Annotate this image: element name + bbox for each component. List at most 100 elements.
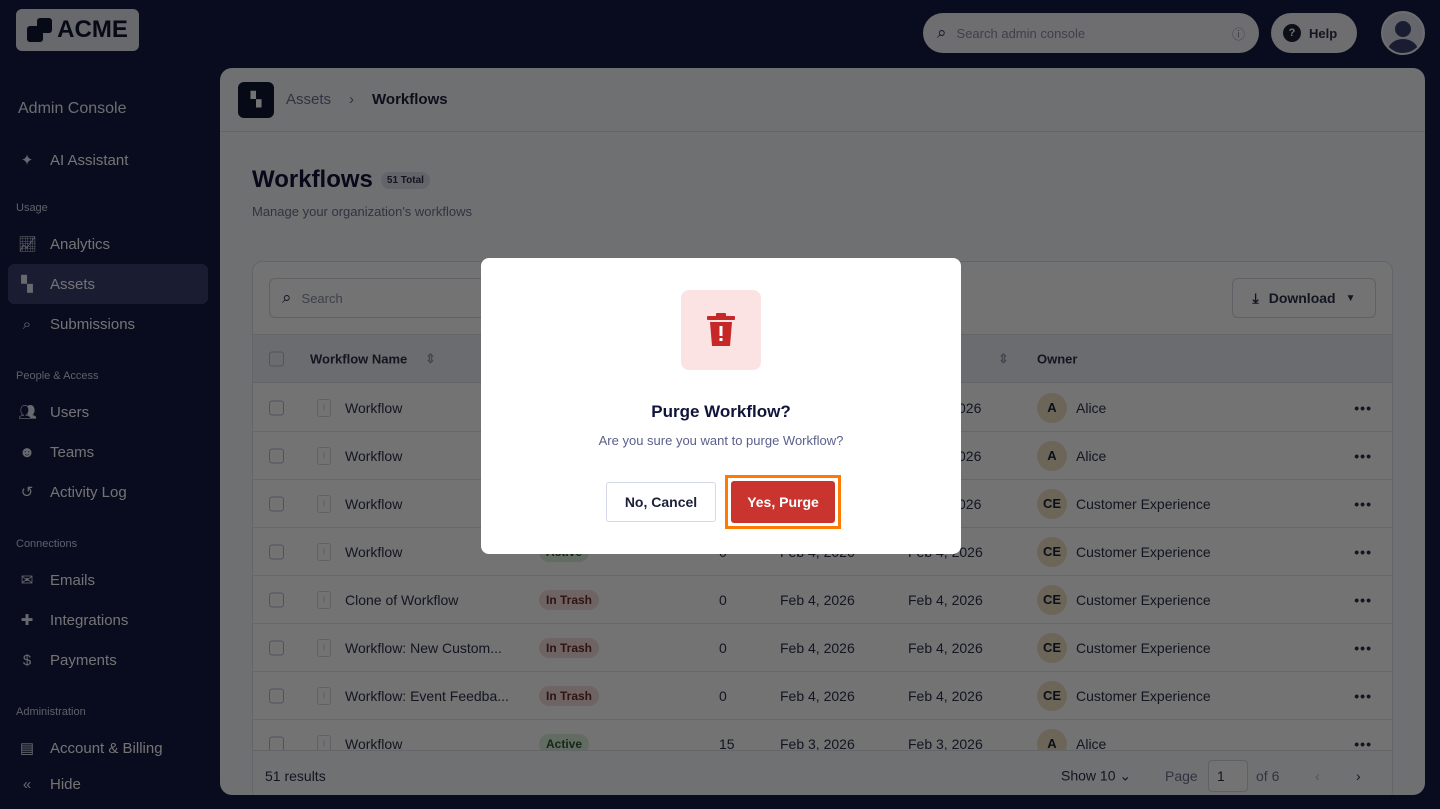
more-actions-icon[interactable]: ••• — [1354, 688, 1372, 704]
modified-date: Feb 4, 2026 — [908, 591, 983, 608]
more-actions-icon[interactable]: ••• — [1354, 400, 1372, 416]
row-checkbox[interactable] — [269, 640, 284, 655]
label: Hide — [50, 775, 81, 793]
more-actions-icon[interactable]: ••• — [1354, 640, 1372, 656]
label: Account & Billing — [50, 739, 163, 757]
sidebar-item-emails[interactable]: ✉ Emails — [8, 560, 208, 600]
page-title: Workflows — [252, 166, 373, 193]
workflow-name[interactable]: Workflow: Event Feedba... — [345, 688, 509, 704]
total-badge: 51 Total — [380, 171, 430, 189]
chevron-right-icon: › — [349, 91, 355, 108]
purge-confirm-dialog: Purge Workflow? Are you sure you want to… — [481, 258, 961, 554]
sidebar-item-analytics[interactable]: 📈︎ Analytics — [8, 224, 208, 264]
owner-name: Alice — [1076, 399, 1107, 416]
label: Submissions — [50, 315, 136, 333]
row-checkbox[interactable] — [269, 448, 284, 463]
label: Activity Log — [50, 483, 127, 501]
owner-avatar: CE — [1037, 632, 1067, 663]
assets-icon: ▚ — [21, 276, 33, 293]
results-count: 51 results — [265, 767, 326, 784]
chart-icon: 📈︎ — [18, 236, 38, 253]
cancel-button[interactable]: No, Cancel — [606, 482, 716, 522]
download-button[interactable]: ⤓ Download ▼ — [1232, 278, 1376, 318]
owner-avatar: A — [1037, 392, 1067, 423]
owner-avatar: CE — [1037, 488, 1067, 519]
more-actions-icon[interactable]: ••• — [1354, 448, 1372, 464]
more-actions-icon[interactable]: ••• — [1354, 544, 1372, 560]
sort-icon[interactable]: ⇕ — [425, 351, 436, 367]
logo-text: ACME — [57, 16, 128, 43]
sidebar-item-payments[interactable]: $ Payments — [8, 640, 208, 680]
sidebar-item-submissions[interactable]: ⌕ Submissions — [8, 304, 208, 344]
sparkle-icon: ✦ — [20, 152, 34, 169]
select-all-checkbox[interactable] — [269, 351, 284, 366]
workflow-name[interactable]: Clone of Workflow — [345, 592, 458, 608]
row-checkbox[interactable] — [269, 400, 284, 415]
row-checkbox[interactable] — [269, 736, 284, 751]
row-checkbox[interactable] — [269, 592, 284, 607]
modified-date: 026 — [958, 495, 982, 512]
label: Users — [50, 403, 90, 421]
label: Emails — [50, 571, 96, 589]
hide-sidebar-button[interactable]: « Hide — [8, 764, 208, 804]
created-date: Feb 4, 2026 — [780, 591, 855, 608]
workflow-name[interactable]: Workflow — [345, 496, 402, 512]
sidebar-item-assets[interactable]: ▚ Assets — [8, 264, 208, 304]
row-checkbox[interactable] — [269, 496, 284, 511]
header-owner: Owner — [1037, 351, 1078, 366]
modified-date: 026 — [958, 447, 982, 464]
section-connections: Connections — [16, 538, 78, 550]
puzzle-icon: ✚ — [20, 612, 34, 629]
sort-icon[interactable]: ⇕ — [998, 351, 1009, 367]
sidebar-item-teams[interactable]: ☻ Teams — [8, 432, 208, 472]
sidebar-item-integrations[interactable]: ✚ Integrations — [8, 600, 208, 640]
users-icon: 👥︎ — [18, 404, 38, 421]
chevron-down-icon: ⌄ — [1119, 767, 1132, 783]
owner-avatar: CE — [1037, 536, 1067, 567]
row-checkbox[interactable] — [269, 688, 284, 703]
workflow-name[interactable]: Workflow — [345, 448, 402, 464]
sidebar-item-account-billing[interactable]: ▤ Account & Billing — [8, 728, 208, 768]
page-input[interactable]: 1 — [1208, 759, 1248, 792]
breadcrumb-assets[interactable]: Assets — [286, 91, 331, 108]
breadcrumb: ▚ Assets › Workflows — [220, 68, 1425, 132]
prev-page-button[interactable]: ‹ — [1315, 768, 1320, 784]
search-placeholder: Search admin console — [956, 25, 1086, 41]
more-actions-icon[interactable]: ••• — [1354, 496, 1372, 512]
confirm-purge-button[interactable]: Yes, Purge — [731, 481, 835, 523]
sidebar-item-activity-log[interactable]: ↺ Activity Log — [8, 472, 208, 512]
sidebar-item-users[interactable]: 👥︎ Users — [8, 392, 208, 432]
user-avatar[interactable] — [1381, 11, 1425, 55]
next-page-button[interactable]: › — [1356, 768, 1361, 784]
row-checkbox[interactable] — [269, 544, 284, 559]
workflow-icon: ⁝ — [317, 542, 331, 561]
acme-logo[interactable]: ACME — [16, 9, 139, 51]
workflow-name[interactable]: Workflow — [345, 544, 402, 560]
table-row[interactable]: ⁝ Workflow: New Custom... In Trash 0 Feb 4,… — [253, 624, 1392, 672]
workflow-icon: ⁝ — [317, 446, 331, 465]
sidebar-item-ai-assistant[interactable]: ✦ AI Assistant — [8, 140, 208, 180]
owner-name: Customer Experience — [1076, 687, 1211, 704]
dialog-message: Are you sure you want to purge Workflow? — [598, 433, 844, 448]
dialog-title: Purge Workflow? — [651, 402, 791, 421]
header-workflow-name[interactable]: Workflow Name — [310, 351, 407, 366]
page-size-select[interactable]: Show 10 ⌄ — [1061, 767, 1131, 784]
more-actions-icon[interactable]: ••• — [1354, 592, 1372, 608]
admin-search-input[interactable]: ⌕ Search admin console ⓘ — [923, 13, 1259, 53]
page-label: Page — [1165, 767, 1198, 784]
workflow-icon: ⁝ — [317, 686, 331, 705]
count: 0 — [719, 591, 727, 608]
page-size-value: Show 10 — [1061, 767, 1116, 783]
owner-name: Alice — [1076, 447, 1107, 464]
status-badge: In Trash — [539, 637, 600, 658]
label: Assets — [50, 275, 96, 293]
table-row[interactable]: ⁝ Workflow: Event Feedba... In Trash 0 Feb … — [253, 672, 1392, 720]
help-button[interactable]: ? Help — [1271, 13, 1357, 53]
modified-date: Feb 4, 2026 — [908, 687, 983, 704]
owner-name: Customer Experience — [1076, 639, 1211, 656]
workflow-name[interactable]: Workflow: New Custom... — [345, 640, 502, 656]
table-row[interactable]: ⁝ Clone of Workflow In Trash 0 Feb 4, 2026 F… — [253, 576, 1392, 624]
sidebar-title: Admin Console — [18, 100, 127, 117]
workflow-name[interactable]: Workflow — [345, 400, 402, 416]
label: Integrations — [50, 611, 129, 629]
